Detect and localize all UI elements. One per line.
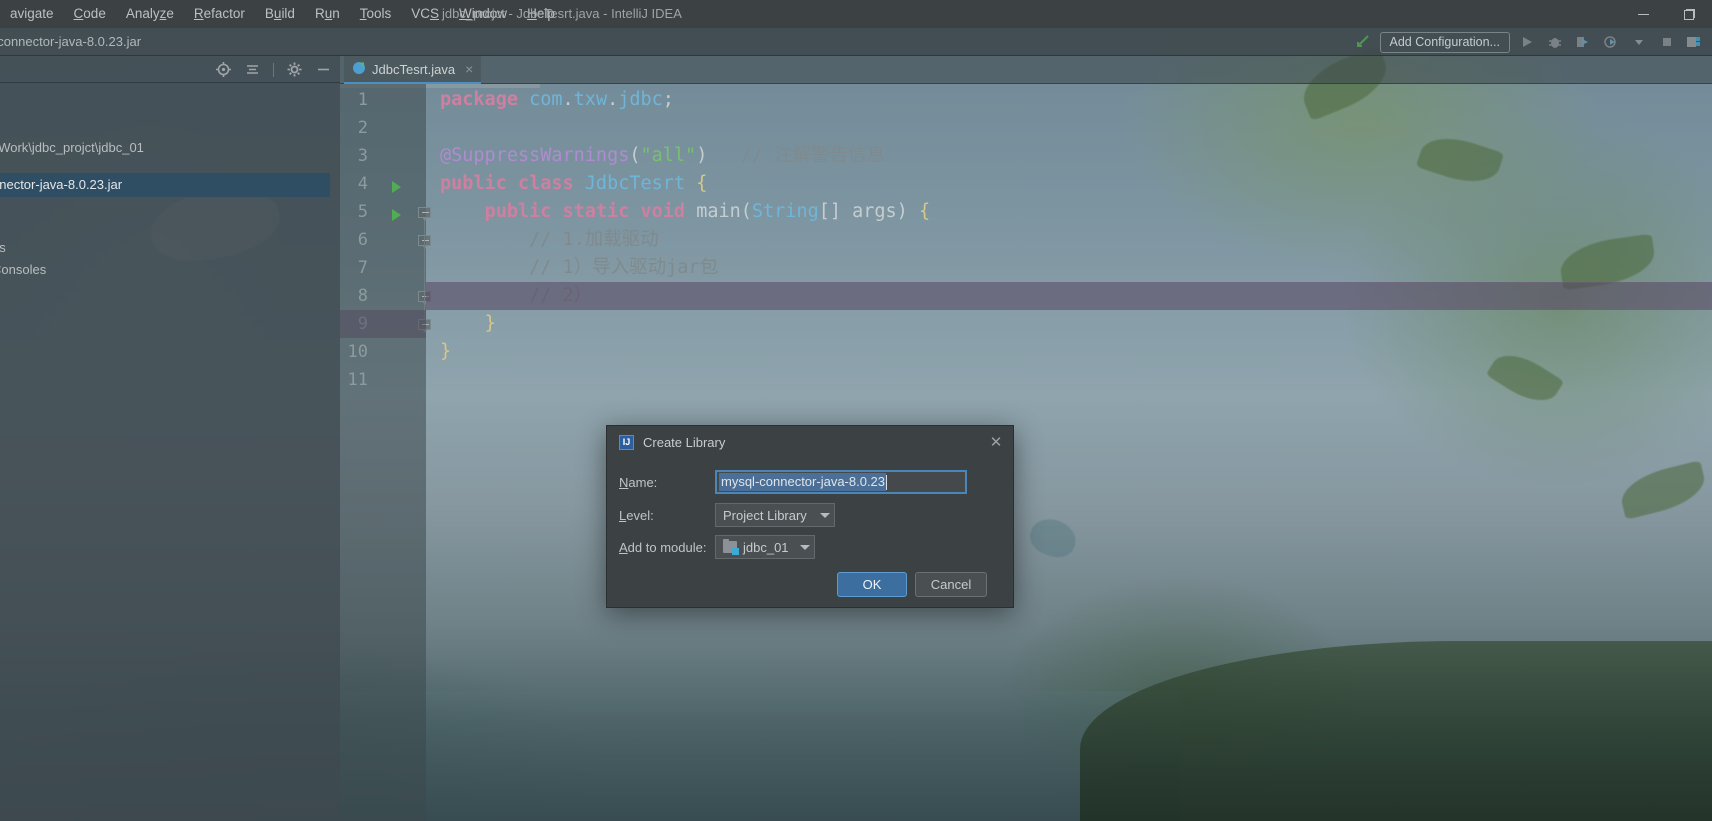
collapse-all-icon[interactable] [244,61,261,78]
menu-item-refactor[interactable]: Refactor [184,0,255,28]
cancel-button[interactable]: Cancel [915,572,987,597]
level-label: Level: [619,507,654,523]
breadcrumb[interactable]: l-connector-java-8.0.23.jar [0,28,141,56]
level-dropdown[interactable]: Project Library [715,503,835,527]
current-line-highlight [426,282,1712,310]
dialog-close-button[interactable]: ✕ [987,433,1005,451]
create-library-dialog: Create Library ✕ Name: mysql-connector-j… [606,425,1014,608]
module-dropdown[interactable]: jdbc_01 [715,535,815,559]
menu-item-analyze[interactable]: Analyze [116,0,184,28]
line-number: 7 [357,258,368,278]
code-line: public class JdbcTesrt { [440,173,708,194]
menu-item-code[interactable]: Code [64,0,116,28]
line-number: 2 [357,118,368,138]
menu-item-run[interactable]: Run [305,0,350,28]
code-line: } [484,313,496,334]
tree-item[interactable]: es [0,236,6,260]
window-title: jdbc_projct - JdbcTesrt.java - IntelliJ … [442,6,682,21]
line-number: 8 [357,286,368,306]
hide-tool-window-icon[interactable] [315,61,332,78]
editor-area: JdbcTesrt.java × 1234567891011 package c… [340,56,1712,821]
run-icon[interactable] [1516,31,1538,53]
menu-item-avigate[interactable]: avigate [0,0,64,28]
restore-icon [1683,8,1695,20]
current-line-gutter-highlight [340,310,426,338]
tree-item[interactable]: AWork\jdbc_projct\jdbc_01 [0,136,144,160]
fold-connector [424,248,425,292]
restore-button[interactable] [1666,0,1712,28]
code-line: // 1）导入驱动jar包 [529,257,719,278]
code-line: package com.txw.jdbc; [440,89,674,110]
java-class-icon [352,61,366,78]
line-number: 1 [357,90,368,110]
library-name-input[interactable]: mysql-connector-java-8.0.23 [715,470,967,494]
search-everywhere-icon[interactable] [1352,31,1374,53]
debug-icon[interactable] [1544,31,1566,53]
editor-tab-label: JdbcTesrt.java [372,61,456,77]
level-value: Project Library [723,507,807,523]
line-number: 6 [357,230,368,250]
editor-tab-jdbctesrt[interactable]: JdbcTesrt.java × [344,56,482,84]
line-number: 10 [347,342,368,362]
run-coverage-icon[interactable] [1572,31,1594,53]
add-configuration-button[interactable]: Add Configuration... [1379,31,1510,53]
ok-button[interactable]: OK [837,572,907,597]
minimize-icon [1637,13,1649,15]
settings-gear-icon[interactable] [286,61,303,78]
line-number: 11 [347,370,368,390]
project-tool-window-header [0,56,340,83]
run-toolbar: Add Configuration... [1352,28,1707,56]
locate-icon[interactable] [215,61,232,78]
library-name-value: mysql-connector-java-8.0.23 [719,473,887,491]
menu-item-build[interactable]: Build [255,0,305,28]
editor-tab-bar: JdbcTesrt.java × [340,56,1712,84]
name-row: Name: [619,470,657,494]
close-icon[interactable]: × [465,61,473,77]
code-line: public static void main(String[] args) { [484,201,931,222]
project-tool-window: AWork\jdbc_projct\jdbc_01 nnector-java-8.… [0,56,340,821]
chevron-down-icon [820,512,830,518]
toolbar-divider [273,62,274,77]
editor-gutter: 1234567891011 [340,84,431,821]
code-line: } [440,341,452,362]
project-tool-window-actions [215,56,332,83]
profiler-icon[interactable] [1600,31,1622,53]
ide-window: avigate Code Analyze Refactor Build Run Tools V… [0,0,1712,821]
chevron-down-icon [800,544,810,550]
text-caret [886,474,888,490]
tree-item[interactable]: nnector-java-8.0.23.jar [0,173,330,197]
module-icon [723,539,739,555]
stop-icon[interactable] [1656,31,1678,53]
name-label: Name: [619,474,658,490]
module-row: Add to module: [619,535,706,559]
level-row: Level: [619,503,654,527]
menu-item-tools[interactable]: Tools [350,0,402,28]
navigation-bar: l-connector-java-8.0.23.jar Add Configur… [0,28,1712,56]
project-structure-icon[interactable] [1684,31,1706,53]
line-number: 3 [357,146,368,166]
run-gutter-icon[interactable] [392,181,401,193]
dialog-title: Create Library [643,434,726,450]
dialog-title-bar: Create Library [607,426,1015,458]
add-to-module-label: Add to module: [619,539,707,555]
line-number: 5 [357,202,368,222]
module-value: jdbc_01 [743,539,789,555]
chevron-down-icon[interactable] [1628,31,1650,53]
window-controls [1620,0,1712,28]
minimize-button[interactable] [1620,0,1666,28]
tree-item[interactable]: Consoles [0,258,46,282]
run-gutter-icon[interactable] [392,209,401,221]
code-line: @SuppressWarnings("all") // 注解警告信息 [440,145,886,166]
line-number: 4 [357,174,368,194]
code-line: // 1.加载驱动 [529,229,659,250]
intellij-logo-icon [619,434,634,450]
window-title-bar: avigate Code Analyze Refactor Build Run Tools V… [0,0,1712,28]
